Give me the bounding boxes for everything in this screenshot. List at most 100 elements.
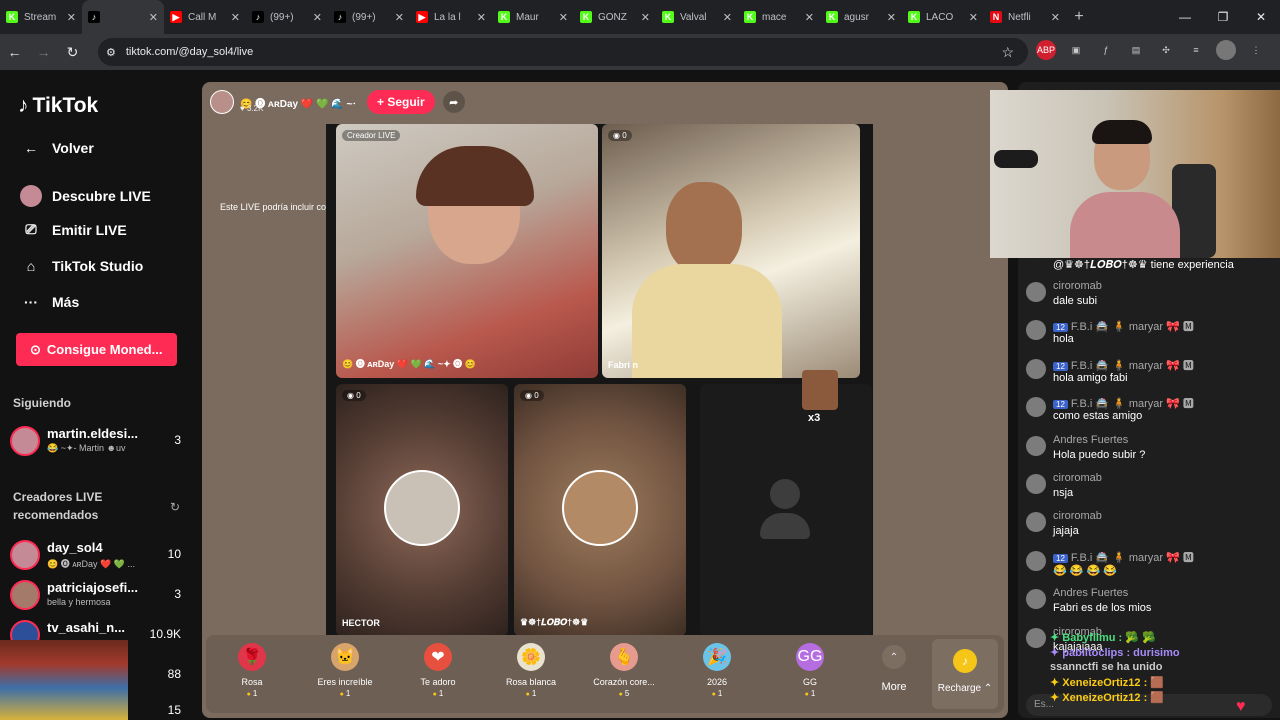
browser-tab[interactable]: ♪ (99+) ✕: [246, 0, 328, 34]
tab-close-icon[interactable]: ✕: [477, 11, 486, 24]
tab-favicon-icon: ♪: [88, 11, 100, 23]
reload-icon[interactable]: ↻: [58, 44, 87, 61]
coin-icon: ♪: [953, 649, 977, 673]
extension-icon[interactable]: ƒ: [1096, 40, 1116, 60]
playlist-icon[interactable]: ≡: [1186, 40, 1206, 60]
browser-tab[interactable]: ♪ (99+) ✕: [328, 0, 410, 34]
refresh-icon[interactable]: ↻: [170, 500, 180, 514]
get-coins-button[interactable]: ⊙ Consigue Moned...: [16, 333, 177, 366]
live-avatar-icon: [20, 185, 42, 207]
browser-tab[interactable]: K Stream ✕: [0, 0, 82, 34]
browser-tab[interactable]: Kmace ✕: [738, 0, 820, 34]
extension-icon[interactable]: ▣: [1066, 40, 1086, 60]
chat-username[interactable]: ciroromab: [1053, 472, 1102, 484]
gift-item[interactable]: GG GG 1: [770, 643, 850, 698]
avatar[interactable]: [1026, 627, 1046, 648]
gift-item[interactable]: 🌼 Rosa blanca 1: [491, 643, 571, 698]
chat-username[interactable]: 12 F.B.i 🚔 🧍 maryar 🎀 🅼: [1053, 549, 1194, 565]
tab-close-icon[interactable]: ✕: [559, 11, 568, 24]
browser-tab[interactable]: K Valval ✕: [656, 0, 738, 34]
tab-close-icon[interactable]: ✕: [149, 11, 158, 24]
avatar[interactable]: [1026, 282, 1046, 302]
share-icon[interactable]: ➦: [442, 91, 465, 113]
restore-icon[interactable]: ❐: [1204, 0, 1242, 34]
nav-emitir-live[interactable]: ⎚ Emitir LIVE: [20, 221, 126, 238]
recommended-account[interactable]: patriciajosefi... bella y hermosa 3: [10, 578, 185, 612]
close-window-icon[interactable]: ✕: [1242, 0, 1280, 34]
back-icon[interactable]: ←: [0, 44, 29, 60]
guest-cell[interactable]: ◉ 0 HECTOR: [336, 384, 508, 636]
avatar[interactable]: [1026, 358, 1046, 379]
avatar[interactable]: [1026, 435, 1046, 456]
forward-icon[interactable]: →: [29, 44, 58, 60]
nav-descubre-live[interactable]: Descubre LIVE: [20, 185, 151, 207]
gift-item[interactable]: ❤ Te adoro 1: [398, 643, 478, 698]
guest-cell-host[interactable]: Creador LIVE 😊 🅞 ᴀʀDay ❤️ 💚 🌊 ~✦ 🅞 😊: [336, 124, 598, 378]
chat-username[interactable]: ciroromab: [1053, 280, 1102, 292]
tab-close-icon[interactable]: ✕: [313, 11, 322, 24]
minimize-icon[interactable]: —: [1166, 0, 1204, 34]
gift-price: 1: [677, 689, 757, 698]
follow-button[interactable]: + Seguir: [367, 90, 435, 114]
avatar[interactable]: [1026, 397, 1046, 418]
level-badge: 12: [1053, 400, 1068, 410]
gift-item[interactable]: 🌹 Rosa 1: [212, 643, 292, 698]
avatar[interactable]: [1026, 589, 1046, 610]
browser-tab[interactable]: ♪ ✕: [82, 0, 164, 34]
nav-volver[interactable]: ← Volver: [20, 140, 94, 156]
tab-close-icon[interactable]: ✕: [805, 11, 814, 24]
bookmark-star-icon[interactable]: ☆: [1001, 44, 1014, 61]
guest-cell[interactable]: ◉ 0 ♛☸†𝑳𝑶𝑩𝑶†☸♛: [514, 384, 686, 636]
browser-tab[interactable]: Kagusr ✕: [820, 0, 902, 34]
site-settings-icon[interactable]: ⚙: [106, 46, 116, 59]
tiktok-logo[interactable]: ♪ TikTok: [18, 94, 98, 118]
microphone: [994, 150, 1038, 168]
more-gifts-button[interactable]: ⌃ More: [872, 645, 916, 693]
level-badge: 12: [1053, 553, 1068, 563]
recommended-account[interactable]: day_sol4 😊 🅞 ᴀʀDay ❤️ 💚 ... 10: [10, 538, 185, 572]
gift-item[interactable]: 🎉 2026 1: [677, 643, 757, 698]
nav-mas[interactable]: ··· Más: [20, 294, 79, 310]
recharge-button[interactable]: ♪ Recharge ⌃: [932, 639, 998, 709]
avatar[interactable]: [1026, 512, 1046, 533]
profile-avatar[interactable]: [1216, 40, 1236, 60]
gift-item[interactable]: 🫰 Corazón core... 5: [584, 643, 664, 698]
tab-close-icon[interactable]: ✕: [887, 11, 896, 24]
browser-tab[interactable]: K GONZ ✕: [574, 0, 656, 34]
tab-close-icon[interactable]: ✕: [231, 11, 240, 24]
browser-tab[interactable]: K Maur ✕: [492, 0, 574, 34]
tab-close-icon[interactable]: ✕: [969, 11, 978, 24]
heart-icon[interactable]: ♥: [1236, 698, 1246, 716]
chat-message-text: nsja: [1053, 487, 1074, 499]
host-avatar[interactable]: [210, 90, 234, 114]
browser-tab[interactable]: K LACO ✕: [902, 0, 984, 34]
url-input[interactable]: ⚙ tiktok.com/@day_sol4/live ☆: [98, 38, 1028, 66]
chat-username[interactable]: Andres Fuertes: [1053, 434, 1128, 446]
tab-close-icon[interactable]: ✕: [723, 11, 732, 24]
browser-tab[interactable]: ▶ La la l ✕: [410, 0, 492, 34]
chat-username[interactable]: ciroromab: [1053, 510, 1102, 522]
gift-item[interactable]: 🐱 Eres increíble 1: [305, 643, 385, 698]
chat-username[interactable]: 12 F.B.i 🚔 🧍 maryar 🎀 🅼: [1053, 395, 1194, 411]
tab-close-icon[interactable]: ✕: [641, 11, 650, 24]
adblock-icon[interactable]: ABP: [1036, 40, 1056, 60]
media-icon[interactable]: ▤: [1126, 40, 1146, 60]
nav-tiktok-studio[interactable]: ⌂ TikTok Studio: [20, 258, 144, 274]
new-tab-icon[interactable]: +: [1066, 8, 1092, 26]
menu-icon[interactable]: ⋮: [1246, 40, 1266, 60]
chat-username[interactable]: 12 F.B.i 🚔 🧍 maryar 🎀 🅼: [1053, 318, 1194, 334]
following-account[interactable]: martin.eldesi... 😂 ~✦- Martin ☻uv 3: [10, 424, 185, 458]
guest-cell[interactable]: ◉ 0 Fabri n: [602, 124, 860, 378]
chat-username[interactable]: Andres Fuertes: [1053, 587, 1128, 599]
guest-cell-empty[interactable]: [700, 384, 872, 636]
puzzle-icon[interactable]: ✣: [1156, 40, 1176, 60]
browser-tab[interactable]: ▶ Call M ✕: [164, 0, 246, 34]
tab-close-icon[interactable]: ✕: [67, 11, 76, 24]
tab-close-icon[interactable]: ✕: [395, 11, 404, 24]
avatar[interactable]: [1026, 550, 1046, 571]
avatar[interactable]: [1026, 320, 1046, 341]
avatar[interactable]: [1026, 474, 1046, 494]
tab-close-icon[interactable]: ✕: [1051, 11, 1060, 24]
browser-tab[interactable]: N Netfli ✕: [984, 0, 1066, 34]
chat-username[interactable]: 12 F.B.i 🚔 🧍 maryar 🎀 🅼: [1053, 357, 1194, 373]
